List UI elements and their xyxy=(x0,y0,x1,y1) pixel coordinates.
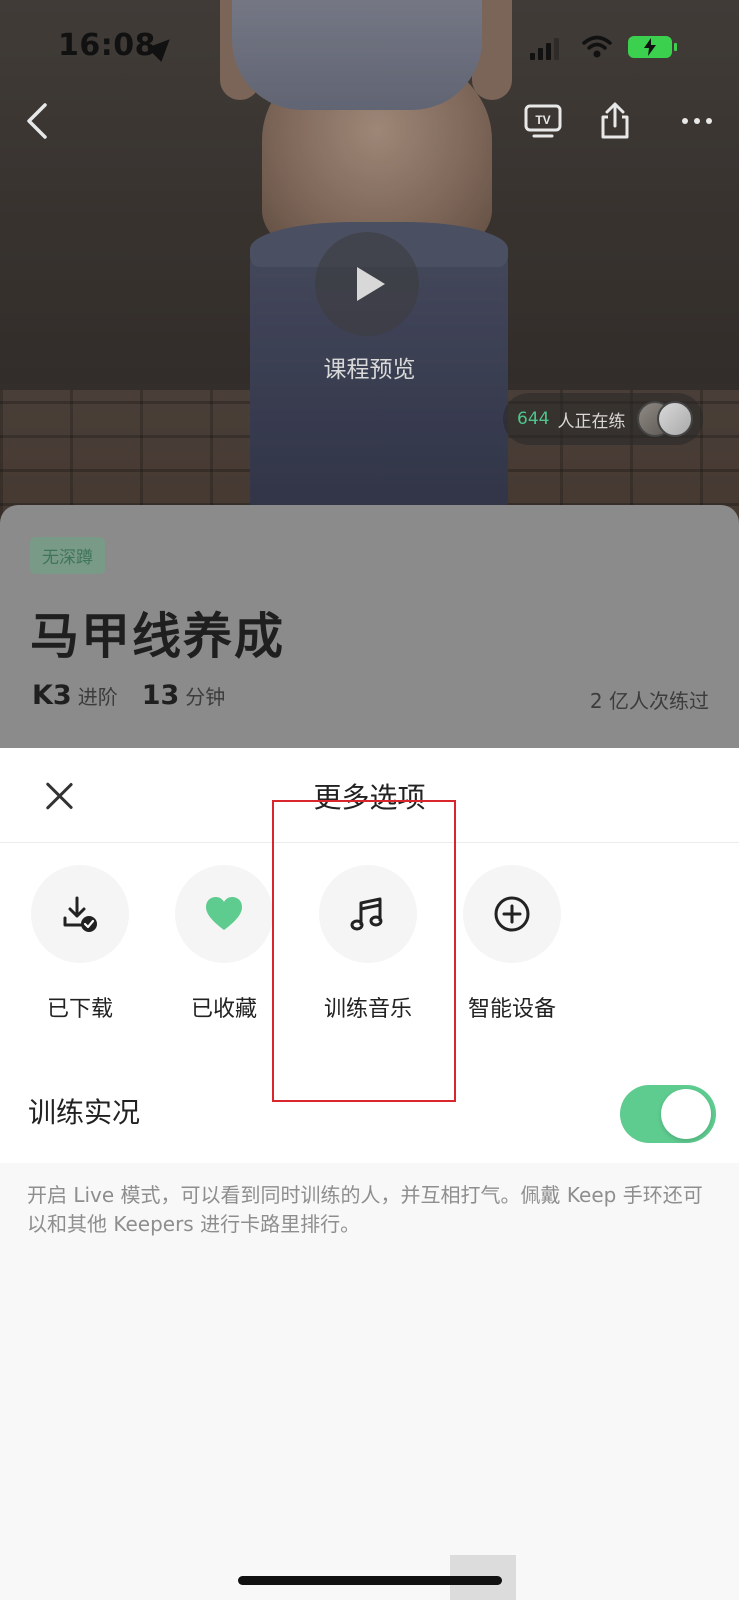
chevron-left-icon xyxy=(27,103,47,139)
preview-label: 课程预览 xyxy=(323,357,416,383)
status-time: 16:08 xyxy=(58,28,156,63)
plus-circle-icon xyxy=(494,896,530,932)
ellipsis-icon xyxy=(682,118,712,124)
level-unit: 进阶 xyxy=(77,685,118,709)
toggle-knob xyxy=(661,1089,711,1139)
course-title: 马甲线养成 xyxy=(30,608,286,665)
play-preview-button[interactable] xyxy=(315,232,419,336)
avatar-stack xyxy=(637,401,695,437)
download-done-icon xyxy=(63,896,97,932)
course-tag: 无深蹲 xyxy=(30,537,105,574)
tv-icon: TV xyxy=(524,104,562,138)
duration-value: 13 xyxy=(141,680,180,711)
live-mode-description: 开启 Live 模式，可以看到同时训练的人，并互相打气。佩戴 Keep 手环还可… xyxy=(27,1183,703,1236)
svg-text:TV: TV xyxy=(535,113,550,127)
wifi-icon xyxy=(582,34,612,60)
level-value: K3 xyxy=(32,680,72,711)
tv-cast-button[interactable]: TV xyxy=(518,96,568,146)
option-favorited[interactable]: 已收藏 xyxy=(164,843,284,1053)
status-bar: 16:08 xyxy=(0,0,739,96)
play-icon xyxy=(357,267,385,301)
live-text: 人正在练 xyxy=(557,411,626,432)
live-count: 644 xyxy=(517,409,550,429)
home-indicator[interactable] xyxy=(238,1576,502,1585)
course-meta: K3 进阶 13 分钟 xyxy=(32,680,249,711)
live-mode-toggle[interactable] xyxy=(620,1085,716,1143)
cellular-signal-icon xyxy=(530,38,560,60)
live-participants-badge[interactable]: 644 人正在练 xyxy=(503,393,703,445)
live-mode-label: 训练实况 xyxy=(28,1096,141,1129)
back-button[interactable] xyxy=(12,96,62,146)
share-icon xyxy=(601,102,629,139)
option-downloaded[interactable]: 已下载 xyxy=(20,843,140,1053)
highlight-box xyxy=(272,800,456,1102)
battery-charging-icon xyxy=(628,36,677,58)
share-button[interactable] xyxy=(590,96,640,146)
live-description-area: 开启 Live 模式，可以看到同时训练的人，并互相打气。佩戴 Keep 手环还可… xyxy=(0,1163,739,1600)
duration-unit: 分钟 xyxy=(185,685,226,709)
more-options-button[interactable] xyxy=(672,96,722,146)
option-label: 已下载 xyxy=(46,997,113,1022)
option-label: 智能设备 xyxy=(467,997,556,1022)
option-smart-device[interactable]: 智能设备 xyxy=(452,843,572,1053)
course-info-card: 无深蹲 马甲线养成 K3 进阶 13 分钟 2 亿人次练过 xyxy=(0,505,739,755)
participant-count: 2 亿人次练过 xyxy=(589,689,709,713)
heart-icon xyxy=(206,897,242,930)
